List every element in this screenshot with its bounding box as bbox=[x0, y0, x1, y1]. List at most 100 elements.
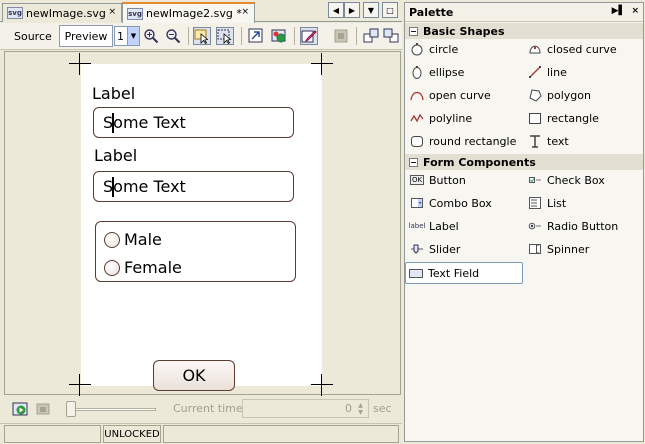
close-icon[interactable]: × bbox=[241, 7, 249, 17]
palette-item-polyline[interactable]: polyline bbox=[409, 108, 472, 128]
tab-list-icon[interactable]: ▼ bbox=[363, 2, 379, 18]
palette-item-line[interactable]: line bbox=[527, 62, 567, 82]
label-icon-text: label bbox=[408, 222, 426, 230]
toolbar-separator bbox=[356, 27, 357, 45]
combobox-icon bbox=[409, 195, 425, 211]
button-icon: OK bbox=[409, 172, 425, 188]
scroll-left-icon[interactable]: ◀ bbox=[328, 2, 344, 18]
play-animation-icon[interactable] bbox=[11, 400, 29, 418]
closed-curve-icon bbox=[527, 41, 543, 57]
zoom-select[interactable]: 1 ▼ bbox=[114, 26, 140, 46]
palette-item-label: List bbox=[547, 196, 567, 210]
restore-window-icon[interactable]: □ bbox=[382, 2, 398, 18]
palette-item-label: open curve bbox=[429, 88, 491, 102]
palette-item-label: closed curve bbox=[547, 42, 617, 56]
radio-male[interactable]: Male bbox=[104, 230, 162, 249]
status-cell bbox=[163, 425, 399, 443]
palette-item-check-box[interactable]: Check Box bbox=[527, 170, 605, 190]
palette-title-bar: Palette ▶▌ × bbox=[405, 3, 643, 22]
palette-item-label: polygon bbox=[547, 88, 591, 102]
button-icon-text: OK bbox=[409, 175, 425, 185]
time-value: 0 bbox=[345, 402, 352, 415]
form-label[interactable]: Label bbox=[92, 84, 135, 103]
palette-item-slider[interactable]: Slider bbox=[409, 239, 460, 259]
palette-item-label: Label bbox=[429, 219, 459, 233]
palette-item-round-rectangle[interactable]: round rectangle bbox=[409, 131, 516, 151]
stop-animation-icon bbox=[34, 400, 52, 418]
align-icon[interactable] bbox=[382, 27, 400, 45]
time-slider bbox=[66, 401, 158, 417]
select-tool-icon[interactable] bbox=[193, 27, 211, 45]
form-label[interactable]: Label bbox=[94, 146, 137, 165]
ok-button[interactable]: OK bbox=[153, 360, 235, 391]
form-text-field[interactable]: Some Text bbox=[93, 171, 294, 202]
close-icon[interactable]: × bbox=[108, 7, 116, 17]
collapse-icon[interactable]: − bbox=[409, 157, 418, 167]
field-text-end: ome Text bbox=[113, 177, 186, 196]
palette-item-list[interactable]: List bbox=[527, 193, 566, 213]
radio-button-icon[interactable] bbox=[104, 259, 120, 276]
palette-item-text-field[interactable]: Text Field bbox=[405, 262, 523, 284]
spinner-arrows-icon: ▲ ▼ bbox=[354, 401, 367, 416]
crop-mark-icon bbox=[69, 374, 91, 396]
category-form-components[interactable]: − Form Components bbox=[405, 154, 643, 170]
edit-icon[interactable] bbox=[300, 27, 318, 45]
radio-female[interactable]: Female bbox=[104, 258, 182, 277]
palette-item-label[interactable]: label Label bbox=[409, 216, 459, 236]
radio-button-icon[interactable] bbox=[104, 231, 120, 248]
zoom-in-icon[interactable] bbox=[142, 27, 160, 45]
polygon-icon bbox=[527, 87, 543, 103]
palette-item-button[interactable]: OK Button bbox=[409, 170, 466, 190]
animation-timeline: Current time: 0 ▲ ▼ sec bbox=[4, 396, 401, 422]
zoom-value: 1 bbox=[117, 29, 124, 43]
palette-item-ellipse[interactable]: ellipse bbox=[409, 62, 464, 82]
spin-up-icon: ▲ bbox=[358, 401, 363, 409]
palette-item-rectangle[interactable]: rectangle bbox=[527, 108, 599, 128]
form-text-field[interactable]: Some Text bbox=[93, 107, 294, 138]
source-button[interactable]: Source bbox=[14, 30, 52, 43]
palette-item-combo-box[interactable]: Combo Box bbox=[409, 193, 492, 213]
palette-panel: Palette ▶▌ × − Basic Shapes circle close… bbox=[404, 2, 644, 442]
tab-newimage[interactable]: svg newImage.svg × bbox=[2, 3, 122, 22]
line-icon bbox=[527, 64, 543, 80]
preview-button[interactable]: Preview bbox=[59, 25, 113, 47]
round-rectangle-icon bbox=[409, 133, 425, 149]
radio-group[interactable]: Male Female bbox=[95, 221, 296, 282]
zoom-out-icon[interactable] bbox=[164, 27, 182, 45]
palette-item-polygon[interactable]: polygon bbox=[527, 85, 591, 105]
checkbox-icon bbox=[527, 172, 543, 188]
move-icon[interactable] bbox=[247, 27, 265, 45]
palette-item-circle[interactable]: circle bbox=[409, 39, 458, 59]
collapse-icon[interactable]: − bbox=[409, 26, 418, 36]
slider-icon bbox=[409, 241, 425, 257]
text-icon bbox=[527, 133, 543, 149]
ellipse-icon bbox=[409, 64, 425, 80]
tab-navigation: ◀ ▶ ▼ □ bbox=[328, 2, 398, 18]
rectangle-icon bbox=[527, 110, 543, 126]
arrange-icon[interactable] bbox=[362, 27, 380, 45]
palette-item-spinner[interactable]: Spinner bbox=[527, 239, 589, 259]
palette-item-label: Spinner bbox=[547, 242, 590, 256]
marquee-select-icon[interactable] bbox=[216, 27, 234, 45]
close-icon[interactable]: × bbox=[631, 6, 639, 16]
crop-mark-icon bbox=[311, 53, 333, 75]
status-bar: UNLOCKED bbox=[0, 423, 402, 444]
list-icon bbox=[527, 195, 543, 211]
slider-track bbox=[68, 408, 156, 411]
scroll-right-icon[interactable]: ▶ bbox=[344, 2, 360, 18]
minimize-panel-icon[interactable]: ▶▌ bbox=[612, 6, 626, 16]
svg-file-icon: svg bbox=[7, 7, 23, 19]
lock-status: UNLOCKED bbox=[103, 425, 161, 443]
circle-icon bbox=[409, 41, 425, 57]
palette-item-closed-curve[interactable]: closed curve bbox=[527, 39, 617, 59]
design-canvas[interactable]: Label Some Text Label Some Text Male Fem… bbox=[4, 51, 401, 396]
palette-item-text[interactable]: text bbox=[527, 131, 569, 151]
toolbar-separator bbox=[188, 27, 189, 45]
palette-item-radio-button[interactable]: Radio Button bbox=[527, 216, 618, 236]
tab-newimage2[interactable]: svg newImage2.svg * × bbox=[122, 2, 255, 23]
animate-icon[interactable] bbox=[270, 27, 288, 45]
spin-down-icon: ▼ bbox=[358, 408, 363, 416]
category-basic-shapes[interactable]: − Basic Shapes bbox=[405, 23, 643, 39]
palette-item-open-curve[interactable]: open curve bbox=[409, 85, 491, 105]
palette-title: Palette bbox=[409, 5, 454, 19]
